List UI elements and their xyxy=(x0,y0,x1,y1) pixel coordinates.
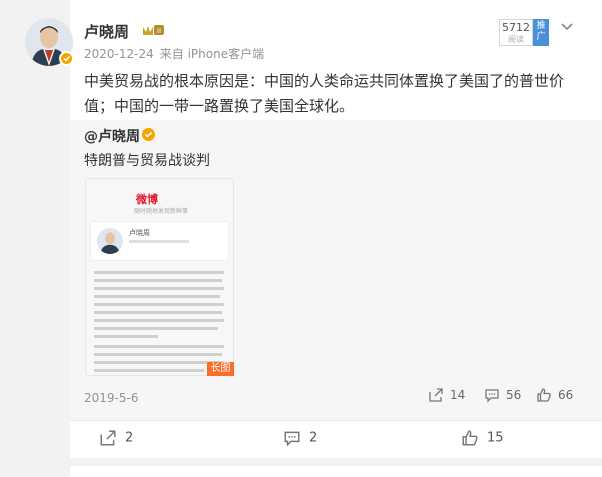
vip-level: II xyxy=(157,27,161,35)
text-line xyxy=(94,369,204,372)
text-line xyxy=(94,271,224,274)
text-line xyxy=(94,345,224,348)
repost-comment-button[interactable]: 56 xyxy=(484,387,521,407)
mini-avatar xyxy=(97,228,123,254)
long-image-badge: 长图 xyxy=(207,362,234,376)
text-line xyxy=(94,279,222,282)
mini-profile-line xyxy=(129,240,189,243)
repost-share-count: 14 xyxy=(450,388,466,402)
text-line xyxy=(94,295,220,298)
footer-divider xyxy=(70,420,602,421)
vip-crown-icon[interactable]: II xyxy=(142,23,164,37)
comment-icon xyxy=(284,431,300,447)
repost-like-count: 66 xyxy=(558,388,574,402)
post-text: 中美贸易战的根本原因是：中国的人类命运共同体置换了美国了的普世价值；中国的一带一… xyxy=(84,72,565,115)
share-button[interactable]: 2 xyxy=(99,429,133,449)
share-icon xyxy=(100,430,116,446)
comment-icon xyxy=(485,389,499,403)
text-line xyxy=(94,303,224,306)
read-count: 5712 xyxy=(502,21,530,34)
long-image-thumbnail[interactable]: 微博 随时随地发现新鲜事 卢晓周 xyxy=(85,178,234,376)
repost-username[interactable]: @卢晓周 xyxy=(84,126,140,146)
weibo-logo: 微博 xyxy=(136,193,158,206)
repost-date[interactable]: 2019-5-6 xyxy=(84,391,138,405)
mini-profile-name: 卢晓周 xyxy=(129,229,150,237)
repost-like-button[interactable]: 66 xyxy=(536,387,573,407)
weibo-logo-subtitle: 随时随地发现新鲜事 xyxy=(134,208,189,215)
post-username[interactable]: 卢晓周 xyxy=(84,21,129,42)
like-count: 15 xyxy=(487,430,504,446)
long-image-profile: 卢晓周 xyxy=(90,221,229,261)
repost-share-button[interactable]: 14 xyxy=(428,387,465,407)
like-button[interactable]: 15 xyxy=(461,429,504,449)
share-icon xyxy=(429,388,443,402)
text-line xyxy=(94,353,222,356)
comment-button[interactable]: 2 xyxy=(283,429,317,449)
comment-count: 2 xyxy=(309,430,318,446)
thumbs-up-icon xyxy=(462,430,478,446)
text-line xyxy=(94,335,158,338)
verified-icon xyxy=(59,51,74,66)
chevron-down-icon[interactable] xyxy=(560,22,574,32)
thumbs-up-icon xyxy=(537,388,551,402)
text-line xyxy=(94,327,218,330)
text-line xyxy=(94,287,224,290)
text-line xyxy=(94,361,224,364)
post-date[interactable]: 2020-12-24 xyxy=(84,47,154,61)
post-meta: 2020-12-24 来自 iPhone客户端 xyxy=(84,45,270,62)
repost-text: 特朗普与贸易战谈判 xyxy=(84,153,210,169)
next-card xyxy=(70,466,602,477)
text-line xyxy=(94,319,224,322)
text-line xyxy=(94,311,222,314)
read-count-box: 5712 阅读 xyxy=(499,19,533,46)
promote-button[interactable]: 推广 xyxy=(533,19,549,46)
share-count: 2 xyxy=(125,430,134,446)
post-source: 来自 iPhone客户端 xyxy=(159,47,265,61)
repost-comment-count: 56 xyxy=(506,388,522,402)
read-label: 阅读 xyxy=(508,35,524,44)
repost-verified-icon xyxy=(142,128,155,141)
